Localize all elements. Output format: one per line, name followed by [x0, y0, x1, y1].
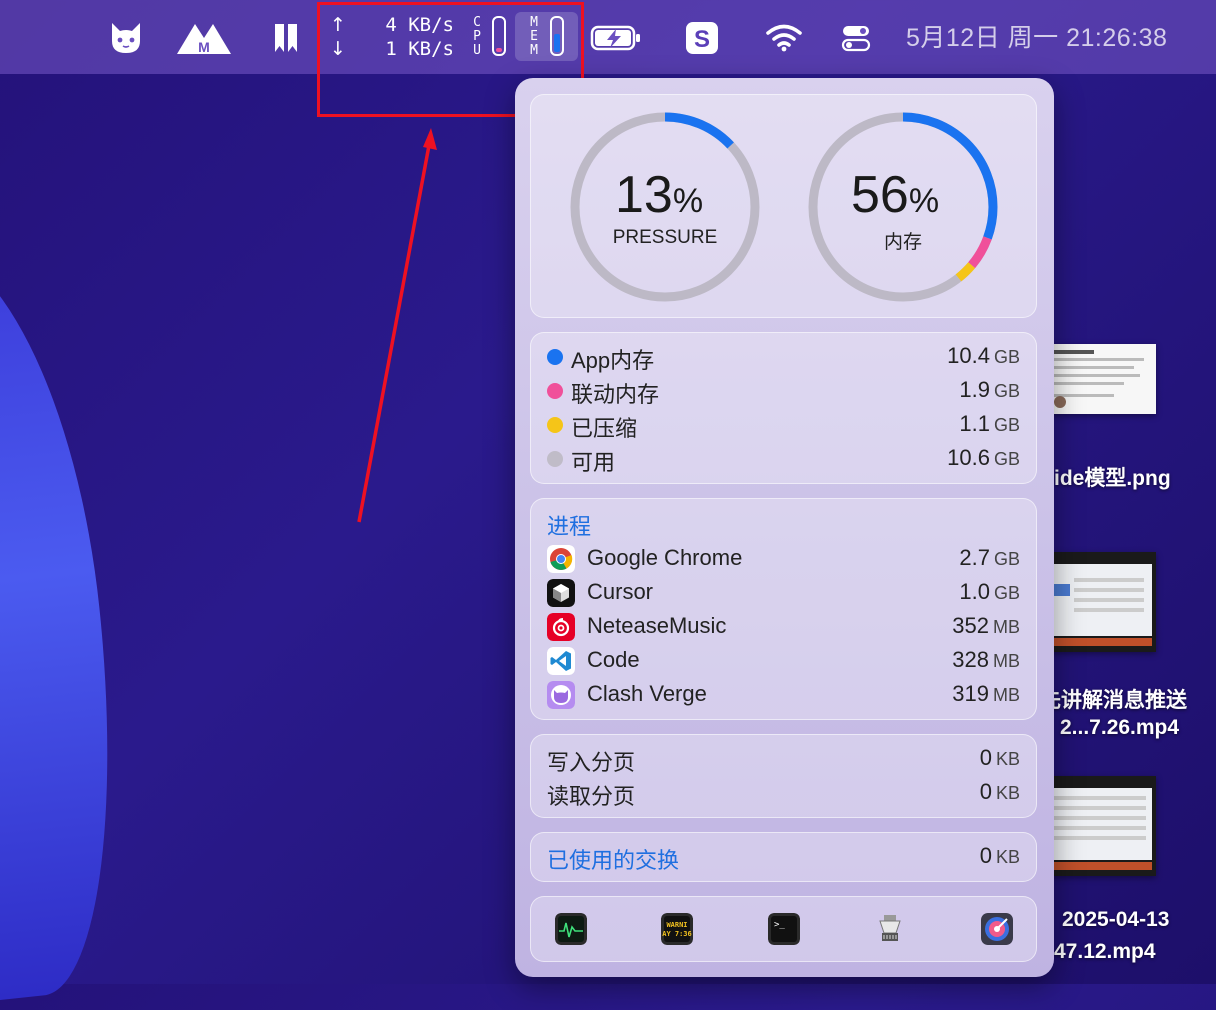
- process-row[interactable]: Code 328 MB: [547, 645, 1020, 677]
- quick-launch-card: WARNI AY 7:36 >_: [530, 896, 1037, 962]
- svg-text:WARNI: WARNI: [666, 921, 687, 929]
- pressure-label: PRESSURE: [612, 227, 718, 248]
- desktop-file-label[interactable]: ide模型.png: [1054, 462, 1171, 492]
- desktop-file-thumbnail[interactable]: [1040, 344, 1156, 414]
- processes-card: 进程 Google Chrome 2.7 GB Cursor 1.0 GB Ne…: [530, 498, 1037, 720]
- system-info-icon[interactable]: [874, 913, 906, 945]
- legend-dot: [547, 383, 563, 399]
- memory-label: 内存: [883, 232, 922, 253]
- desktop-file-thumbnail[interactable]: [1040, 776, 1156, 876]
- breakdown-row: 联动内存 1.9 GB: [547, 375, 1020, 407]
- svg-text:AY 7:36: AY 7:36: [662, 930, 692, 938]
- memory-breakdown-card: App内存 10.4 GB 联动内存 1.9 GB 已压缩 1.1 GB 可用 10.…: [530, 332, 1037, 484]
- vscode-icon: [547, 647, 575, 675]
- terminal-icon[interactable]: >_: [768, 913, 800, 945]
- memory-value: 56%: [851, 166, 940, 224]
- netease-music-icon: [547, 613, 575, 641]
- process-row[interactable]: Cursor 1.0 GB: [547, 577, 1020, 609]
- pressure-value: 13%: [615, 166, 704, 224]
- process-row[interactable]: NeteaseMusic 352 MB: [547, 611, 1020, 643]
- processes-title[interactable]: 进程: [547, 509, 591, 541]
- swap-card: 已使用的交换 0 KB: [530, 832, 1037, 882]
- desktop-file-label[interactable]: 47.12.mp4: [1054, 940, 1156, 964]
- desktop-file-label[interactable]: 2025-04-13: [1062, 908, 1169, 932]
- disk-utility-icon[interactable]: [981, 913, 1013, 945]
- legend-dot: [547, 417, 563, 433]
- process-row[interactable]: Google Chrome 2.7 GB: [547, 543, 1020, 575]
- memory-popup-panel: 13% PRESSURE 56% 内存 App内存 10.4 GB 联动内存 1.…: [515, 78, 1054, 977]
- swap-row: 已使用的交换 0 KB: [547, 843, 1020, 873]
- legend-dot: [547, 451, 563, 467]
- svg-text:>_: >_: [774, 920, 785, 930]
- breakdown-row: 可用 10.6 GB: [547, 443, 1020, 475]
- console-icon[interactable]: WARNI AY 7:36: [661, 913, 693, 945]
- desktop-file-thumbnail[interactable]: [1040, 552, 1156, 652]
- desktop-file-label[interactable]: 先讲解消息推送: [1040, 684, 1187, 714]
- paging-card: 写入分页 0 KB 读取分页 0 KB: [530, 734, 1037, 818]
- memory-rings-card: 13% PRESSURE 56% 内存: [530, 94, 1037, 318]
- desktop-file-label[interactable]: 2...7.26.mp4: [1060, 716, 1179, 740]
- paging-row: 写入分页 0 KB: [547, 745, 1020, 775]
- process-row[interactable]: Clash Verge 319 MB: [547, 679, 1020, 711]
- clash-verge-icon: [547, 681, 575, 709]
- cursor-icon: [547, 579, 575, 607]
- legend-dot: [547, 349, 563, 365]
- paging-row: 读取分页 0 KB: [547, 779, 1020, 809]
- breakdown-row: 已压缩 1.1 GB: [547, 409, 1020, 441]
- activity-monitor-icon[interactable]: [555, 913, 587, 945]
- chrome-icon: [547, 545, 575, 573]
- breakdown-row: App内存 10.4 GB: [547, 341, 1020, 373]
